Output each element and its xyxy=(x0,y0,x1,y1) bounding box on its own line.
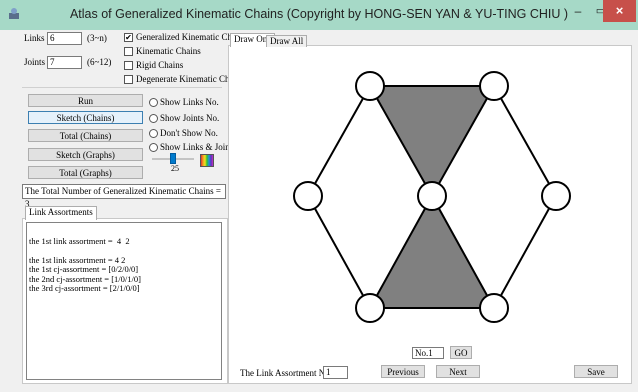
window-title: Atlas of Generalized Kinematic Chains (C… xyxy=(69,7,569,21)
joints-hint: (6~12) xyxy=(87,57,112,67)
title-bar: Atlas of Generalized Kinematic Chains (C… xyxy=(0,0,638,30)
link-assortment-input[interactable]: 1 xyxy=(323,366,348,379)
binary-link xyxy=(493,195,557,309)
degenerate-chains-checkbox[interactable] xyxy=(124,75,133,84)
joint-circle xyxy=(479,293,509,323)
joints-input[interactable]: 7 xyxy=(47,56,82,69)
close-button[interactable]: × xyxy=(603,0,636,22)
kinematic-chains-label: Kinematic Chains xyxy=(136,46,201,56)
tab-draw-all[interactable]: Draw All xyxy=(266,35,308,47)
ternary-link-top xyxy=(368,85,496,199)
joints-label: Joints : xyxy=(24,57,50,67)
next-button[interactable]: Next xyxy=(436,365,480,378)
binary-link xyxy=(307,85,371,197)
dont-show-label: Don't Show No. xyxy=(160,128,218,138)
slider-value: 25 xyxy=(171,164,179,173)
show-links-radio[interactable] xyxy=(149,98,158,107)
joint-circle xyxy=(355,71,385,101)
total-count-field: The Total Number of Generalized Kinemati… xyxy=(22,184,226,209)
generalized-chains-checkbox[interactable]: ✔ xyxy=(124,33,133,42)
slider-thumb[interactable] xyxy=(170,153,176,164)
tab-link-assortments[interactable]: Link Assortments xyxy=(25,206,97,220)
show-joints-radio[interactable] xyxy=(149,114,158,123)
separator xyxy=(22,87,222,88)
links-label: Links : xyxy=(24,33,50,43)
kinematic-chain-drawing xyxy=(293,71,571,323)
assortment-output[interactable]: the 1st link assortment = 4 2 the 1st li… xyxy=(26,222,222,380)
save-button[interactable]: Save xyxy=(574,365,618,378)
rigid-chains-checkbox[interactable] xyxy=(124,61,133,70)
joint-circle xyxy=(541,181,571,211)
previous-button[interactable]: Previous xyxy=(381,365,425,378)
joint-circle xyxy=(293,181,323,211)
links-input[interactable]: 6 xyxy=(47,32,82,45)
minimize-button[interactable]: – xyxy=(565,0,591,22)
total-graphs-button[interactable]: Total (Graphs) xyxy=(28,166,143,179)
ternary-link-bottom xyxy=(368,193,496,309)
sketch-chains-button[interactable]: Sketch (Chains) xyxy=(28,111,143,124)
joint-circle xyxy=(417,181,447,211)
run-button[interactable]: Run xyxy=(28,94,143,107)
total-chains-button[interactable]: Total (Chains) xyxy=(28,129,143,142)
show-links-joints-radio[interactable] xyxy=(149,143,158,152)
sketch-graphs-button[interactable]: Sketch (Graphs) xyxy=(28,148,143,161)
joint-circle xyxy=(479,71,509,101)
joint-circle xyxy=(355,293,385,323)
binary-link xyxy=(307,195,371,309)
rigid-chains-label: Rigid Chains xyxy=(136,60,184,70)
chain-number-field[interactable]: No.1 xyxy=(412,347,444,359)
color-palette-icon[interactable] xyxy=(200,154,214,167)
dont-show-radio[interactable] xyxy=(149,129,158,138)
links-hint: (3~n) xyxy=(87,33,107,43)
show-links-label: Show Links No. xyxy=(160,97,219,107)
go-button[interactable]: GO xyxy=(450,346,472,359)
show-joints-label: Show Joints No. xyxy=(160,113,220,123)
show-links-joints-label: Show Links & Joints xyxy=(160,142,236,152)
binary-link xyxy=(493,85,557,197)
kinematic-chains-checkbox[interactable] xyxy=(124,47,133,56)
